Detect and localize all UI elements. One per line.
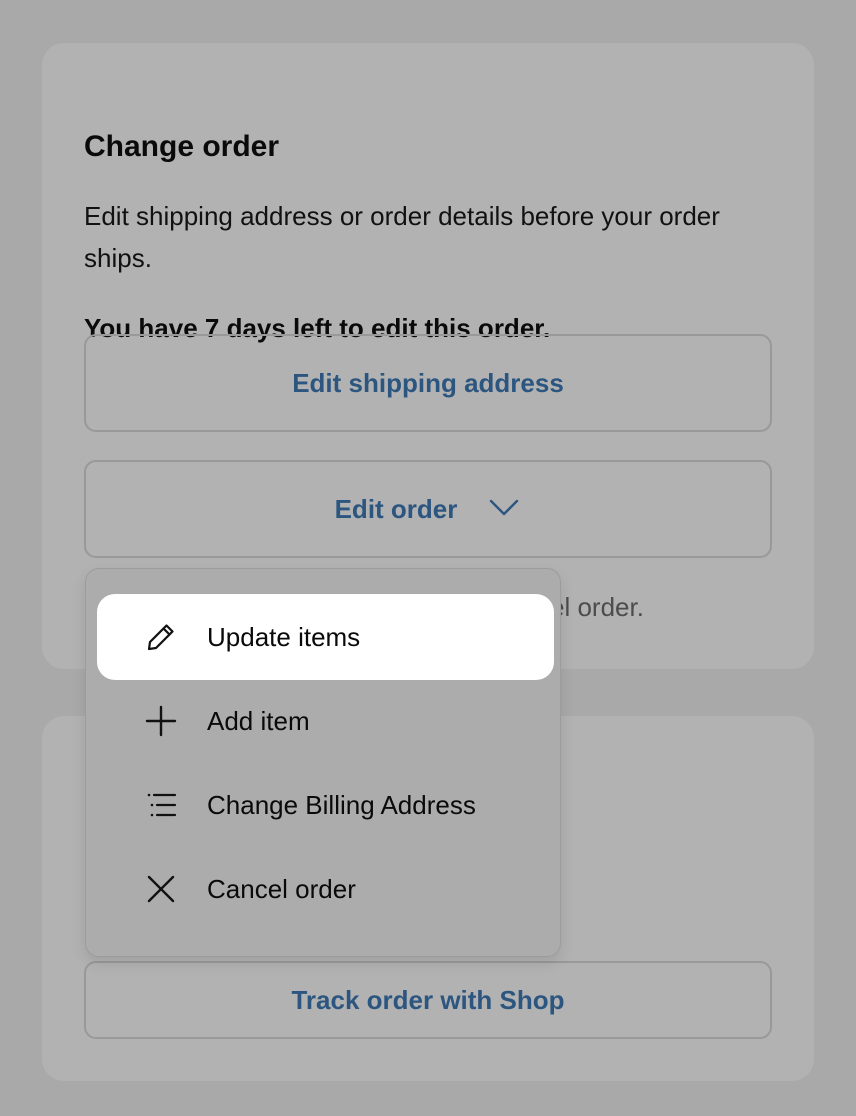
menu-item-label: Change Billing Address — [207, 790, 476, 820]
list-icon — [143, 787, 179, 823]
menu-item-cancel-order[interactable]: Cancel order — [97, 846, 554, 932]
change-order-description: Edit shipping address or order details b… — [84, 201, 720, 273]
edit-shipping-address-button[interactable]: Edit shipping address — [84, 334, 772, 432]
plus-icon — [143, 703, 179, 739]
menu-item-label: Add item — [207, 706, 310, 736]
track-order-button[interactable]: Track order with Shop — [84, 961, 772, 1039]
edit-order-label: Edit order — [334, 493, 458, 524]
menu-item-label: Cancel order — [207, 874, 356, 904]
menu-item-update-items[interactable]: Update items — [97, 594, 554, 680]
change-order-title: Change order — [84, 130, 280, 163]
menu-item-label: Update items — [207, 622, 361, 652]
edit-order-button[interactable]: Edit order — [84, 460, 772, 558]
pencil-icon — [143, 619, 179, 655]
edit-shipping-address-label: Edit shipping address — [292, 367, 564, 398]
menu-item-change-billing-address[interactable]: Change Billing Address — [97, 762, 554, 848]
menu-item-add-item[interactable]: Add item — [97, 678, 554, 764]
track-order-label: Track order with Shop — [291, 984, 565, 1015]
close-icon — [143, 871, 179, 907]
chevron-down-icon — [487, 490, 521, 524]
edit-order-dropdown-menu: Update items Add item Change Billing Add… — [85, 568, 561, 957]
